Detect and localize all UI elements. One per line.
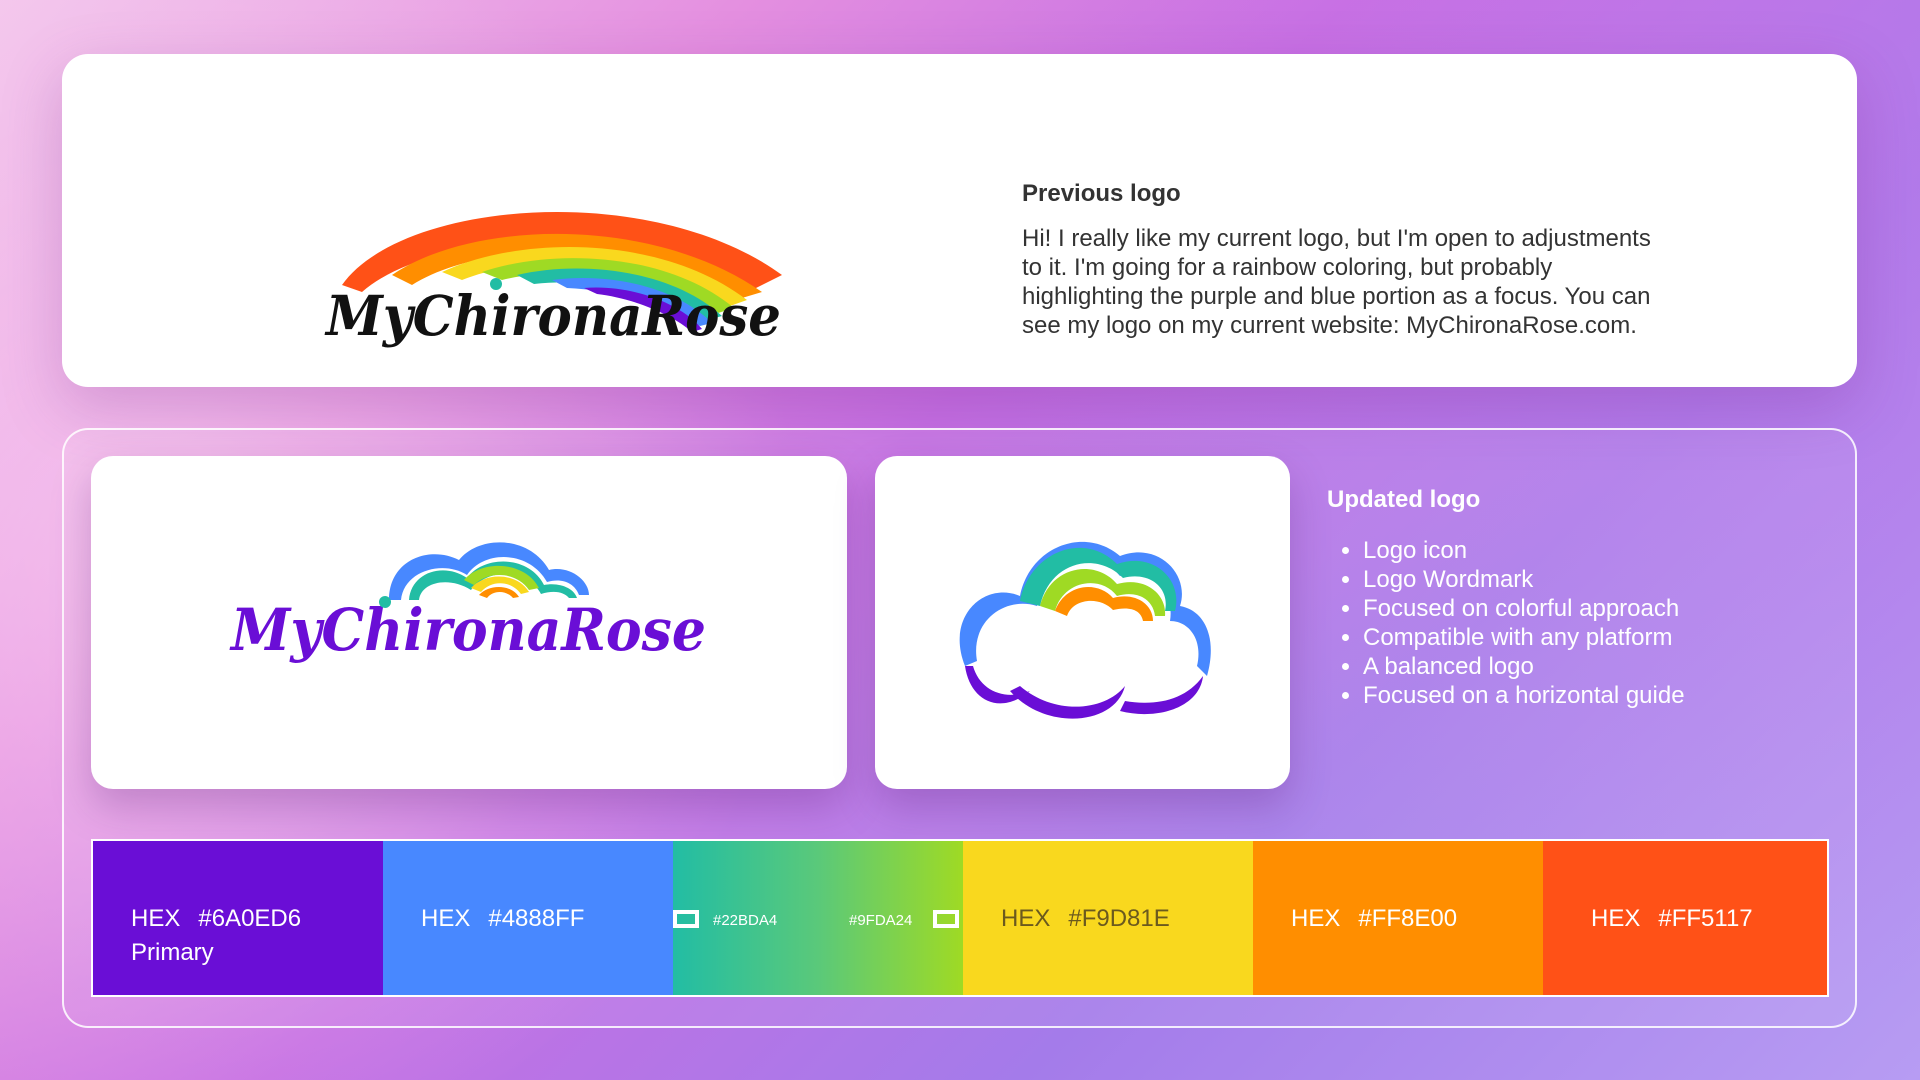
updated-wordmark-logo: MyChironaRose xyxy=(229,542,706,664)
swatch-red: HEX #FF5117 xyxy=(1543,841,1827,995)
feature-item: A balanced logo xyxy=(1363,652,1685,681)
hex-value: #4888FF xyxy=(488,905,585,932)
wordmark-card: MyChironaRose xyxy=(91,456,847,789)
swatch-purple: HEX #6A0ED6 Primary xyxy=(93,841,383,995)
swatch-gradient: #22BDA4 #9FDA24 xyxy=(673,841,963,995)
hex-key: HEX xyxy=(1291,905,1341,932)
previous-logo: MyChironaRose xyxy=(324,212,782,348)
logo-icon-card xyxy=(875,456,1290,789)
previous-logo-text: MyChironaRose xyxy=(324,283,781,348)
updated-logo-features: Logo icon Logo Wordmark Focused on color… xyxy=(1327,536,1685,710)
feature-item: Focused on colorful approach xyxy=(1363,594,1685,623)
hex-key: HEX xyxy=(421,905,471,932)
feature-item: Logo Wordmark xyxy=(1363,565,1685,594)
hex-key: HEX xyxy=(131,905,181,932)
cloud-icon xyxy=(959,541,1211,719)
swatch-yellow: HEX #F9D81E xyxy=(963,841,1253,995)
hex-value: #6A0ED6 xyxy=(198,905,302,932)
hex-value: #FF5117 xyxy=(1658,905,1753,932)
hex-value: #FF8E00 xyxy=(1358,905,1458,932)
previous-logo-title: Previous logo xyxy=(1022,180,1181,207)
gradient-end-marker xyxy=(933,910,959,928)
hex-key: HEX xyxy=(1001,905,1051,932)
hex-value: #F9D81E xyxy=(1068,905,1170,932)
feature-item: Focused on a horizontal guide xyxy=(1363,681,1685,710)
color-palette: HEX #6A0ED6 Primary HEX #4888FF #22BDA4 #9… xyxy=(91,839,1829,997)
hex-key: HEX xyxy=(1591,905,1641,932)
gradient-start-hex: #22BDA4 xyxy=(713,912,778,929)
gradient-start-marker xyxy=(673,910,699,928)
previous-logo-card: MyChironaRose Previous logo Hi! I really… xyxy=(62,54,1857,387)
previous-logo-description: Hi! I really like my current logo, but I… xyxy=(1022,225,1651,339)
updated-logo-title: Updated logo xyxy=(1327,486,1481,513)
gradient-end-hex: #9FDA24 xyxy=(849,912,913,929)
feature-item: Logo icon xyxy=(1363,536,1685,565)
swatch-orange: HEX #FF8E00 xyxy=(1253,841,1543,995)
swatch-blue: HEX #4888FF xyxy=(383,841,673,995)
primary-label: Primary xyxy=(131,939,214,966)
updated-logo-text: MyChironaRose xyxy=(229,596,706,664)
feature-item: Compatible with any platform xyxy=(1363,623,1685,652)
